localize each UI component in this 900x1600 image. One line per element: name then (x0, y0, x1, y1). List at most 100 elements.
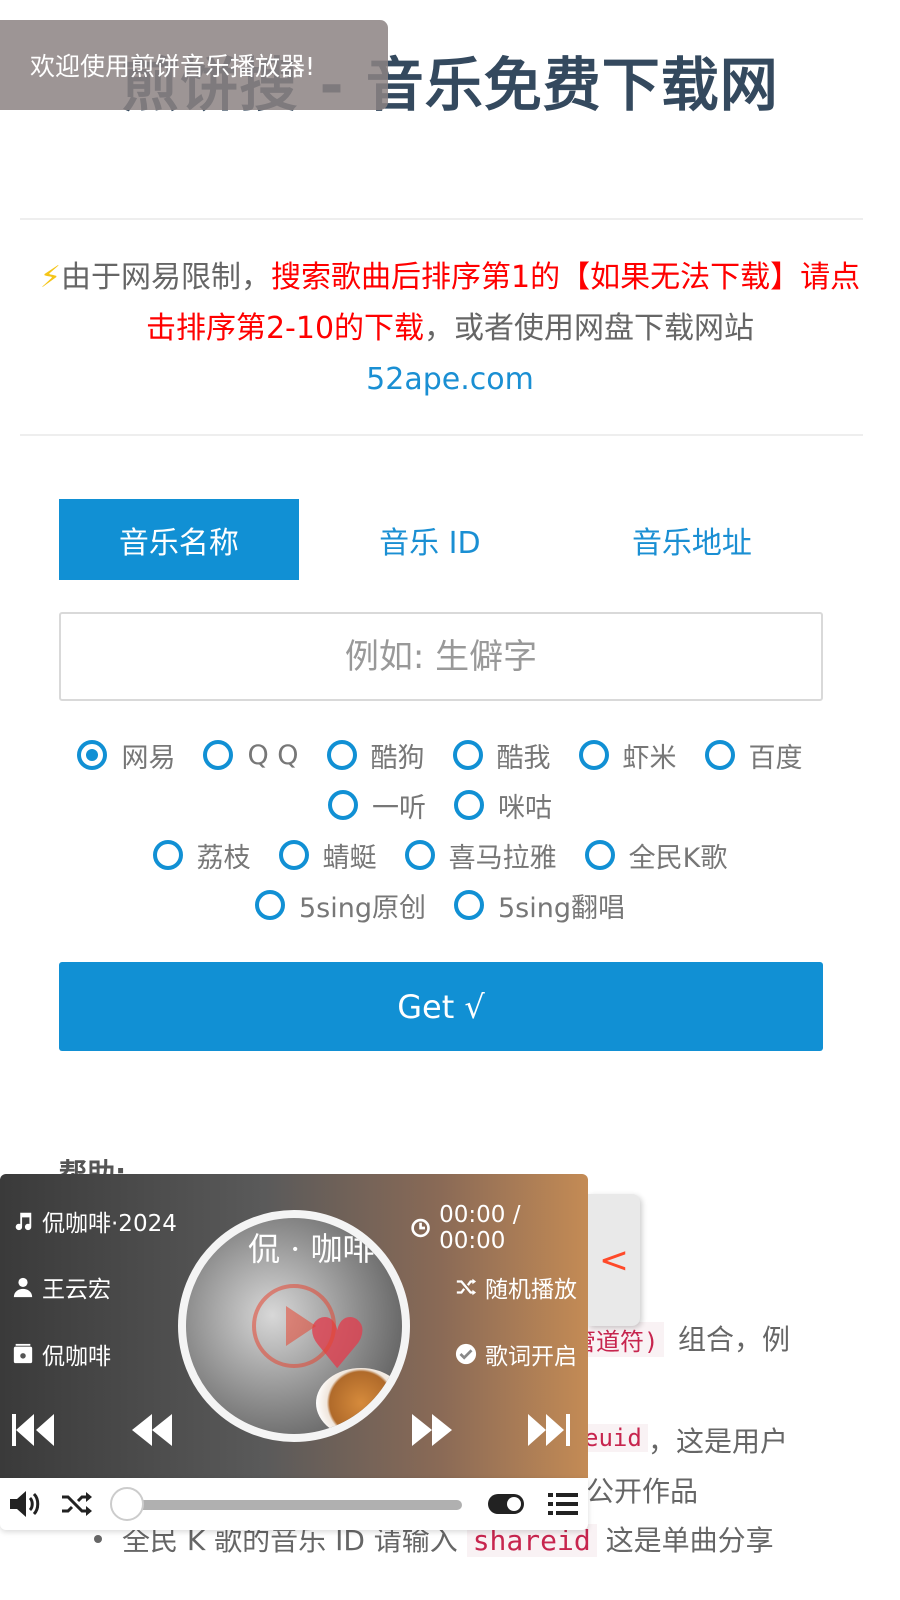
source-label: 全民K歌 (628, 842, 728, 874)
source-label: 网易 (121, 742, 176, 774)
clock-icon (411, 1218, 430, 1238)
player-album: 侃咖啡 (12, 1337, 111, 1371)
radio-icon (704, 740, 735, 770)
source-label: 蜻蜓 (322, 842, 377, 874)
help-fragment-code-euid: euid (578, 1424, 648, 1452)
radio-icon (255, 890, 285, 920)
radio-icon (578, 740, 609, 770)
help-fragment-combo: 组合，例 (678, 1323, 791, 1356)
skip-next-icon[interactable] (524, 1410, 572, 1450)
player-time-text: 00:00 / 00:00 (439, 1202, 521, 1254)
player-side-toggle[interactable]: < (588, 1194, 640, 1326)
notice-text-1: 由于网易限制， (60, 260, 271, 295)
tab-music-url[interactable]: 音乐地址 (561, 499, 823, 580)
chevron-left-icon: < (598, 1239, 630, 1281)
rewind-icon[interactable] (128, 1410, 176, 1450)
progress-track[interactable] (124, 1500, 462, 1510)
radio-icon (278, 840, 309, 870)
divider-bottom (20, 434, 863, 436)
player-artist: 王云宏 (12, 1270, 111, 1304)
radio-checked-icon (77, 740, 108, 770)
source-label: 荔枝 (196, 842, 251, 874)
source-radio-xiami[interactable]: 虾米 (578, 736, 677, 775)
user-icon (13, 1277, 33, 1298)
search-input[interactable] (59, 612, 823, 701)
shuffle-icon[interactable] (60, 1488, 94, 1520)
source-row-3: 荔枝 蜻蜓 喜马拉雅 全民K歌 (40, 830, 840, 880)
source-radio-group: 网易 Q Q 酷狗 酷我 虾米 百度 一听 咪咕 荔枝 蜻蜓 喜马拉雅 全民K歌… (40, 730, 840, 930)
notice-text-2: ，或者使用网盘下载网站 (424, 311, 755, 346)
source-radio-baidu[interactable]: 百度 (704, 736, 803, 775)
radio-icon (452, 740, 483, 770)
player-artist-text: 王云宏 (42, 1277, 111, 1303)
radio-icon (454, 790, 484, 820)
source-radio-netease[interactable]: 网易 (77, 736, 175, 775)
check-circle-icon (455, 1343, 477, 1365)
player-control-bar (0, 1478, 588, 1530)
fast-forward-icon[interactable] (408, 1410, 456, 1450)
album-icon (13, 1343, 33, 1364)
source-label: 5sing原创 (299, 892, 426, 924)
player-mode[interactable]: 随机播放 (455, 1270, 577, 1304)
source-label: 喜马拉雅 (448, 842, 557, 874)
album-cover-disc[interactable]: 侃 · 咖啡 ♥ (178, 1210, 410, 1442)
coffee-cup-image (316, 1368, 402, 1434)
source-label: 咪咕 (498, 792, 552, 824)
lightning-icon: ⚡ (39, 260, 61, 295)
source-row-4: 5sing原创 5sing翻唱 (40, 880, 840, 930)
radio-icon (203, 740, 234, 770)
progress-knob[interactable] (110, 1487, 144, 1521)
source-radio-lizhi[interactable]: 荔枝 (152, 836, 251, 875)
toggle-icon[interactable] (486, 1488, 526, 1520)
tab-music-id[interactable]: 音乐 ID (299, 499, 561, 580)
radio-icon (404, 840, 435, 870)
source-label: Q Q (247, 739, 299, 771)
source-label: 5sing翻唱 (498, 892, 625, 924)
source-label: 一听 (372, 792, 426, 824)
player-lyrics-text: 歌词开启 (485, 1344, 577, 1370)
source-radio-kuwo[interactable]: 酷我 (452, 736, 551, 775)
source-radio-5sing-original[interactable]: 5sing原创 (255, 886, 426, 925)
notice: ⚡由于网易限制，搜索歌曲后排序第1的【如果无法下载】请点击排序第2-10的下载，… (30, 252, 870, 405)
source-radio-qingting[interactable]: 蜻蜓 (278, 836, 377, 875)
notice-link[interactable]: 52ape.com (366, 362, 534, 397)
source-radio-5sing-cover[interactable]: 5sing翻唱 (454, 886, 625, 925)
shuffle-icon (456, 1278, 477, 1296)
get-button[interactable]: Get √ (59, 962, 823, 1051)
bullet-dot (94, 1535, 102, 1543)
source-radio-kg[interactable]: 全民K歌 (584, 836, 728, 875)
source-label: 虾米 (622, 742, 677, 774)
playlist-icon[interactable] (546, 1488, 580, 1520)
source-radio-1ting[interactable]: 一听 (328, 786, 426, 825)
source-label: 酷我 (496, 742, 551, 774)
help-fragment-user: ，这是用户 (648, 1425, 789, 1458)
divider-top (20, 218, 863, 220)
source-row-1: 网易 Q Q 酷狗 酷我 虾米 百度 (40, 730, 840, 780)
radio-icon (152, 840, 183, 870)
radio-icon (328, 790, 358, 820)
tab-music-name[interactable]: 音乐名称 (59, 499, 299, 580)
radio-icon (584, 840, 615, 870)
player-time: 00:00 / 00:00 (410, 1202, 588, 1254)
source-radio-qq[interactable]: Q Q (203, 739, 299, 771)
radio-icon (326, 740, 357, 770)
music-note-icon (15, 1212, 32, 1231)
search-tabs: 音乐名称 音乐 ID 音乐地址 (59, 499, 823, 580)
help-fragment-public: 公开作品 (586, 1475, 699, 1508)
play-icon (286, 1306, 316, 1346)
player-album-text: 侃咖啡 (42, 1344, 111, 1370)
volume-icon[interactable] (8, 1488, 42, 1520)
source-radio-kugou[interactable]: 酷狗 (326, 736, 425, 775)
source-row-2: 一听 咪咕 (40, 780, 840, 830)
skip-previous-icon[interactable] (10, 1410, 58, 1450)
music-player: 侃咖啡·2024 王云宏 侃咖啡 00:00 / 00:00 随机播放 歌词开启… (0, 1174, 588, 1478)
cover-script: 侃 · 咖啡 (248, 1230, 375, 1268)
help-line-kg-tail: 这是单曲分享 (605, 1524, 774, 1557)
toast: 欢迎使用煎饼音乐播放器! (0, 20, 388, 110)
player-lyrics[interactable]: 歌词开启 (455, 1337, 577, 1371)
player-title: 侃咖啡·2024 (12, 1204, 177, 1238)
source-radio-migu[interactable]: 咪咕 (454, 786, 552, 825)
player-mode-text: 随机播放 (485, 1277, 577, 1303)
source-radio-ximalaya[interactable]: 喜马拉雅 (404, 836, 557, 875)
player-title-text: 侃咖啡·2024 (42, 1211, 177, 1237)
